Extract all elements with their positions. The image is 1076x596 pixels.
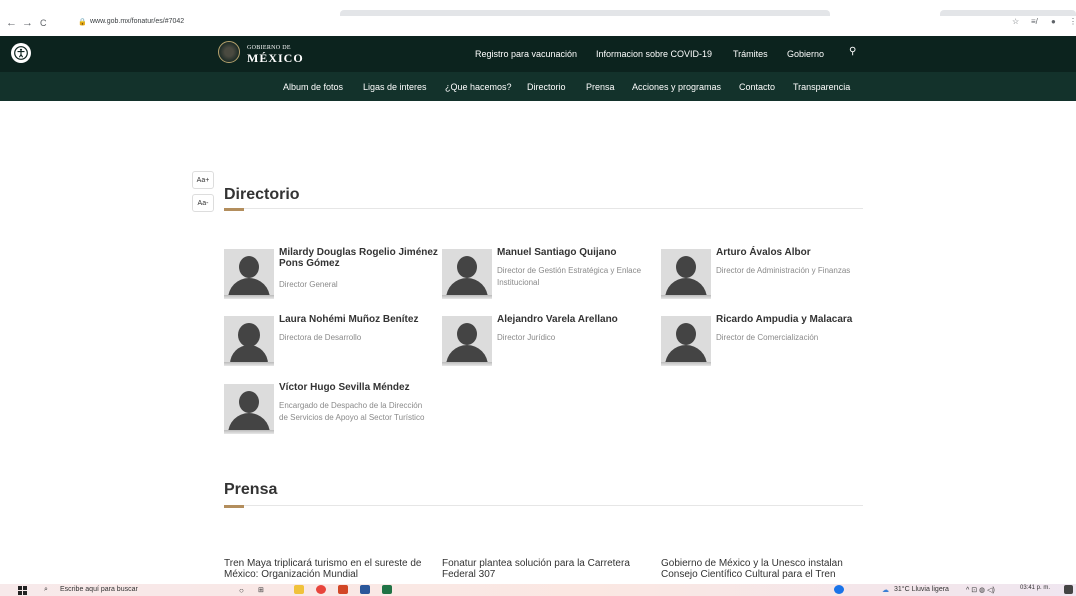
- subnav-ligas[interactable]: Ligas de interes: [363, 82, 427, 92]
- weather-icon[interactable]: ☁: [882, 586, 889, 594]
- person-role: Director de Comercialización: [716, 333, 819, 342]
- avatar: [661, 316, 711, 366]
- powerpoint-icon[interactable]: [338, 585, 348, 594]
- reading-list-icon[interactable]: ≡/: [1031, 17, 1038, 26]
- person-name[interactable]: Víctor Hugo Sevilla Méndez: [279, 382, 439, 393]
- back-icon[interactable]: ←: [6, 17, 17, 29]
- excel-icon[interactable]: [382, 585, 392, 594]
- prensa-heading: Prensa: [224, 481, 278, 498]
- person-name[interactable]: Milardy Douglas Rogelio Jiménez Pons Góm…: [279, 247, 439, 269]
- avatar: [224, 384, 274, 434]
- person-role: Director de Gestión Estratégica y Enlace…: [497, 266, 642, 287]
- section-accent-bar: [224, 208, 244, 211]
- font-increase-button[interactable]: Aa+: [192, 171, 214, 189]
- bookmark-star-icon[interactable]: ☆: [1012, 17, 1019, 26]
- subnav-contacto[interactable]: Contacto: [739, 82, 775, 92]
- person-role: Director de Administración y Finanzas: [716, 266, 851, 275]
- chrome-icon[interactable]: [316, 585, 326, 594]
- browser-tab[interactable]: [340, 10, 830, 16]
- subnav-que-hacemos[interactable]: ¿Que hacemos?: [445, 82, 512, 92]
- logo-text[interactable]: MÉXICO: [247, 51, 304, 66]
- weather-status[interactable]: 31°C Lluvia ligera: [894, 586, 949, 593]
- nav-link-covid[interactable]: Informacion sobre COVID-19: [596, 49, 712, 59]
- person-name[interactable]: Ricardo Ampudia y Malacara: [716, 314, 876, 325]
- profile-icon[interactable]: ●: [1051, 17, 1056, 26]
- avatar: [224, 316, 274, 366]
- reload-icon[interactable]: C: [40, 18, 47, 28]
- news-headline[interactable]: Tren Maya triplicará turismo en el sures…: [224, 558, 424, 580]
- font-decrease-button[interactable]: Aa-: [192, 194, 214, 212]
- avatar: [442, 316, 492, 366]
- person-name[interactable]: Arturo Ávalos Albor: [716, 247, 876, 258]
- address-bar[interactable]: www.gob.mx/fonatur/es/#7042: [90, 18, 184, 25]
- directorio-heading: Directorio: [224, 186, 300, 203]
- search-icon[interactable]: ⌕: [44, 586, 48, 594]
- browser-tab[interactable]: [940, 10, 1076, 16]
- person-name[interactable]: Laura Nohémi Muñoz Benítez: [279, 314, 439, 325]
- subnav-transparencia[interactable]: Transparencia: [793, 82, 850, 92]
- person-role: Encargado de Despacho de la Dirección de…: [279, 401, 425, 422]
- subnav-album[interactable]: Album de fotos: [283, 82, 343, 92]
- system-tray-icons[interactable]: ^ ⊡ ◍ ◁): [966, 586, 995, 594]
- browser-menu-icon[interactable]: ⋮: [1069, 17, 1076, 26]
- windows-start-icon[interactable]: [18, 586, 27, 595]
- nav-link-registro[interactable]: Registro para vacunación: [475, 49, 577, 59]
- accessibility-icon[interactable]: [11, 43, 31, 63]
- avatar: [661, 249, 711, 299]
- person-role: Directora de Desarrollo: [279, 333, 362, 342]
- section-divider: [224, 505, 863, 506]
- person-name[interactable]: Manuel Santiago Quijano: [497, 247, 657, 258]
- forward-icon[interactable]: →: [22, 17, 33, 29]
- avatar: [224, 249, 274, 299]
- clock[interactable]: 03:41 p. m.: [1020, 585, 1050, 591]
- cortana-icon[interactable]: ○: [239, 586, 244, 595]
- person-role: Director General: [279, 280, 338, 289]
- lock-icon: 🔒: [78, 19, 87, 26]
- subnav-acciones[interactable]: Acciones y programas: [632, 82, 721, 92]
- news-headline[interactable]: Gobierno de México y la Unesco instalan …: [661, 558, 861, 580]
- person-role: Director Jurídico: [497, 333, 556, 342]
- search-icon[interactable]: ⚲: [849, 46, 856, 57]
- news-headline[interactable]: Fonatur plantea solución para la Carrete…: [442, 558, 642, 580]
- nav-link-tramites[interactable]: Trámites: [733, 49, 768, 59]
- person-name[interactable]: Alejandro Varela Arellano: [497, 314, 657, 325]
- file-explorer-icon[interactable]: [294, 585, 304, 594]
- subnav-prensa[interactable]: Prensa: [586, 82, 615, 92]
- avatar: [442, 249, 492, 299]
- taskbar-search-input[interactable]: Escribe aquí para buscar: [60, 586, 138, 593]
- subnav-directorio[interactable]: Directorio: [527, 82, 566, 92]
- notifications-icon[interactable]: [1064, 585, 1073, 594]
- word-icon[interactable]: [360, 585, 370, 594]
- section-accent-bar: [224, 505, 244, 508]
- section-divider: [224, 208, 863, 209]
- mexico-seal-icon[interactable]: [218, 41, 240, 63]
- nav-link-gobierno[interactable]: Gobierno: [787, 49, 824, 59]
- task-view-icon[interactable]: ⊞: [258, 586, 264, 594]
- network-app-icon[interactable]: [834, 585, 844, 594]
